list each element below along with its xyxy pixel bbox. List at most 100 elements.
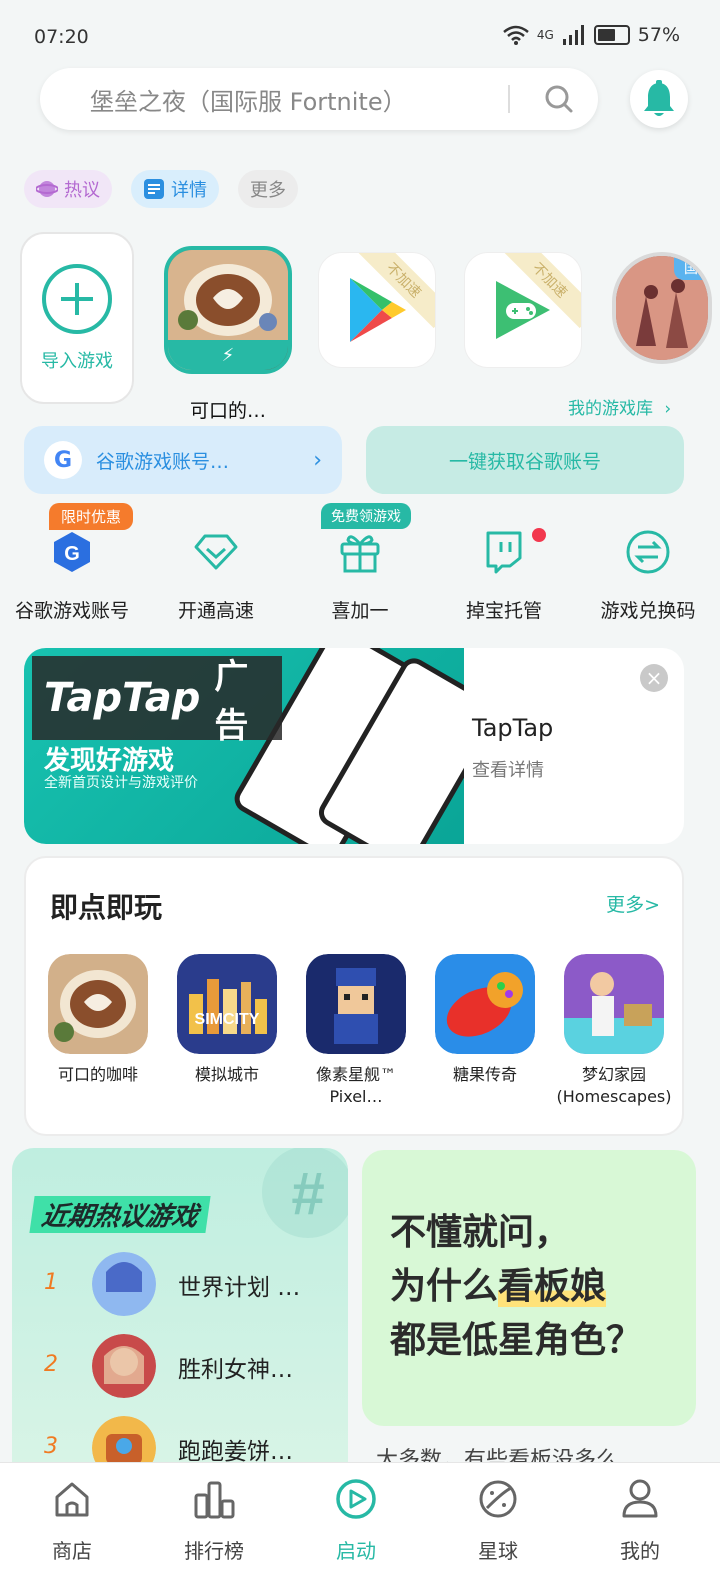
trending-game-name: 跑跑姜饼…: [178, 1439, 293, 1465]
lightning-icon: ⚡: [221, 344, 235, 366]
bell-icon: [644, 80, 674, 116]
diamond-icon: [194, 534, 238, 570]
intl-badge: 国: [674, 256, 708, 280]
nav-store[interactable]: 商店: [0, 1475, 144, 1564]
trending-item[interactable]: 3 跑跑姜饼…: [12, 1416, 348, 1468]
document-chip-icon: [144, 179, 164, 199]
import-game-label: 导入游戏: [41, 351, 113, 372]
search-bar[interactable]: 堡垒之夜（国际服 Fortnite）: [40, 68, 598, 130]
instant-game-name: 可口的咖啡: [57, 1065, 138, 1084]
chip-more[interactable]: 更多: [238, 170, 298, 208]
selected-game-label: 可口的…: [189, 400, 266, 422]
instant-game-name: 像素星舰™ Pixel…: [315, 1065, 396, 1107]
nav-label: 商店: [52, 1539, 92, 1563]
question-line-pre: 为什么: [390, 1266, 499, 1307]
twitch-icon: [486, 531, 522, 574]
fetch-google-account-button[interactable]: 一键获取谷歌账号: [366, 426, 684, 494]
candy-crush-icon: [435, 954, 535, 1054]
chip-hot-discussion[interactable]: 热议: [24, 170, 112, 208]
trending-rank: 3: [44, 1434, 58, 1459]
ad-label: 广告: [214, 657, 249, 746]
nav-launch[interactable]: 启动: [284, 1475, 428, 1564]
trending-item[interactable]: 1 世界计划 …: [12, 1252, 348, 1316]
quick-action-redeem-code[interactable]: 游戏兑换码: [576, 526, 720, 623]
taptap-logo: TapTap: [44, 675, 201, 721]
ad-banner[interactable]: TapTap 广告 发现好游戏 全新首页设计与游戏评价 TapTap 查看详情 …: [24, 648, 684, 844]
trending-title: 近期热议游戏: [29, 1196, 211, 1233]
quick-action-label: 喜加一: [331, 600, 389, 622]
instant-game-name: 梦幻家园 (Homescapes): [556, 1065, 672, 1107]
homescapes-icon: [564, 954, 664, 1054]
play-icon: [336, 1479, 376, 1519]
instant-game-name: 模拟城市: [194, 1065, 259, 1084]
instant-game-item[interactable]: SIMCITY 模拟城市: [171, 954, 283, 1086]
chip-details[interactable]: 详情: [131, 170, 219, 208]
section-title: 即点即玩: [50, 891, 163, 924]
quick-action-label: 谷歌游戏账号: [14, 600, 129, 622]
question-text: 不懂就问， 为什么看板娘 都是低星角色？: [390, 1206, 642, 1368]
wifi-icon: [503, 25, 529, 45]
game-tile-coffee-selected[interactable]: ⚡: [164, 246, 292, 374]
google-account-label: 谷歌游戏账号…: [96, 450, 230, 473]
search-placeholder: 堡垒之夜（国际服 Fortnite）: [90, 87, 407, 116]
google-g-icon: G: [44, 441, 82, 479]
signal-icon: [562, 25, 584, 45]
svg-text:G: G: [64, 543, 80, 565]
game-avatar: [92, 1252, 156, 1316]
simcity-icon: SIMCITY: [177, 954, 277, 1054]
more-link[interactable]: 更多>: [606, 890, 660, 917]
search-icon[interactable]: [544, 84, 574, 114]
quick-action-label: 掉宝托管: [465, 600, 542, 622]
my-library-link[interactable]: 我的游戏库 ›: [568, 394, 671, 419]
nav-label: 排行榜: [184, 1539, 244, 1563]
nav-planet[interactable]: 星球: [426, 1475, 570, 1564]
profile-icon: [622, 1479, 658, 1518]
my-library-label: 我的游戏库: [568, 399, 653, 419]
chip-hot-label: 热议: [64, 180, 100, 201]
chevron-right-icon: ›: [313, 447, 322, 473]
instant-game-item[interactable]: 可口的咖啡: [42, 954, 154, 1086]
coffee-game-icon: [48, 954, 148, 1054]
nav-profile[interactable]: 我的: [568, 1475, 712, 1564]
nav-ranking[interactable]: 排行榜: [142, 1475, 286, 1564]
instant-game-item[interactable]: 糖果传奇: [429, 954, 541, 1086]
trending-games-card[interactable]: # 近期热议游戏 1 世界计划 … 2 胜利女神… 3 跑跑姜饼…: [12, 1148, 348, 1468]
game-tile-play-store[interactable]: 不加速: [318, 252, 436, 368]
network-type: 4G: [536, 28, 554, 42]
question-card[interactable]: 不懂就问， 为什么看板娘 都是低星角色？: [362, 1150, 696, 1426]
close-icon[interactable]: ×: [640, 664, 668, 692]
quick-action-google-account[interactable]: G 谷歌游戏账号: [0, 526, 144, 623]
ranking-icon: [194, 1481, 235, 1519]
planet-chip-icon: [36, 181, 58, 197]
ad-title: TapTap: [472, 714, 554, 742]
trending-game-name: 世界计划 …: [178, 1275, 301, 1301]
plus-circle-icon: [42, 264, 112, 334]
quick-action-free-game[interactable]: 喜加一: [288, 526, 432, 623]
exchange-icon: [626, 530, 670, 574]
quick-action-label: 开通高速: [177, 600, 254, 622]
quick-action-twitch-drops[interactable]: 掉宝托管: [432, 526, 576, 623]
game-avatar: [92, 1334, 156, 1398]
coffee-game-art: [168, 250, 288, 342]
game-tile-play-games[interactable]: 不加速: [464, 252, 582, 368]
pixel-starships-icon: [306, 954, 406, 1054]
notification-dot: [532, 528, 546, 542]
question-line: 都是低星角色？: [390, 1320, 643, 1361]
instant-game-item[interactable]: 梦幻家园 (Homescapes): [556, 954, 672, 1109]
import-game-button[interactable]: 导入游戏: [20, 232, 134, 404]
instant-game-item[interactable]: 像素星舰™ Pixel…: [300, 954, 412, 1109]
trending-game-name: 胜利女神…: [178, 1357, 293, 1383]
gift-icon: [340, 535, 380, 573]
quick-action-speed[interactable]: 开通高速: [144, 526, 288, 623]
fetch-account-label: 一键获取谷歌账号: [448, 450, 601, 473]
boost-indicator: ⚡: [168, 340, 288, 370]
game-tile-sky[interactable]: 国: [612, 252, 712, 364]
bottom-navigation: 商店 排行榜 启动 星球 我的: [0, 1462, 720, 1592]
battery-level: 57%: [637, 24, 680, 46]
trending-rank: 1: [44, 1270, 58, 1295]
chip-more-label: 更多: [250, 180, 286, 201]
google-account-button[interactable]: G 谷歌游戏账号… ›: [24, 426, 342, 494]
notification-button[interactable]: [630, 70, 688, 128]
trending-item[interactable]: 2 胜利女神…: [12, 1334, 348, 1398]
ad-detail-link[interactable]: 查看详情: [472, 756, 544, 782]
